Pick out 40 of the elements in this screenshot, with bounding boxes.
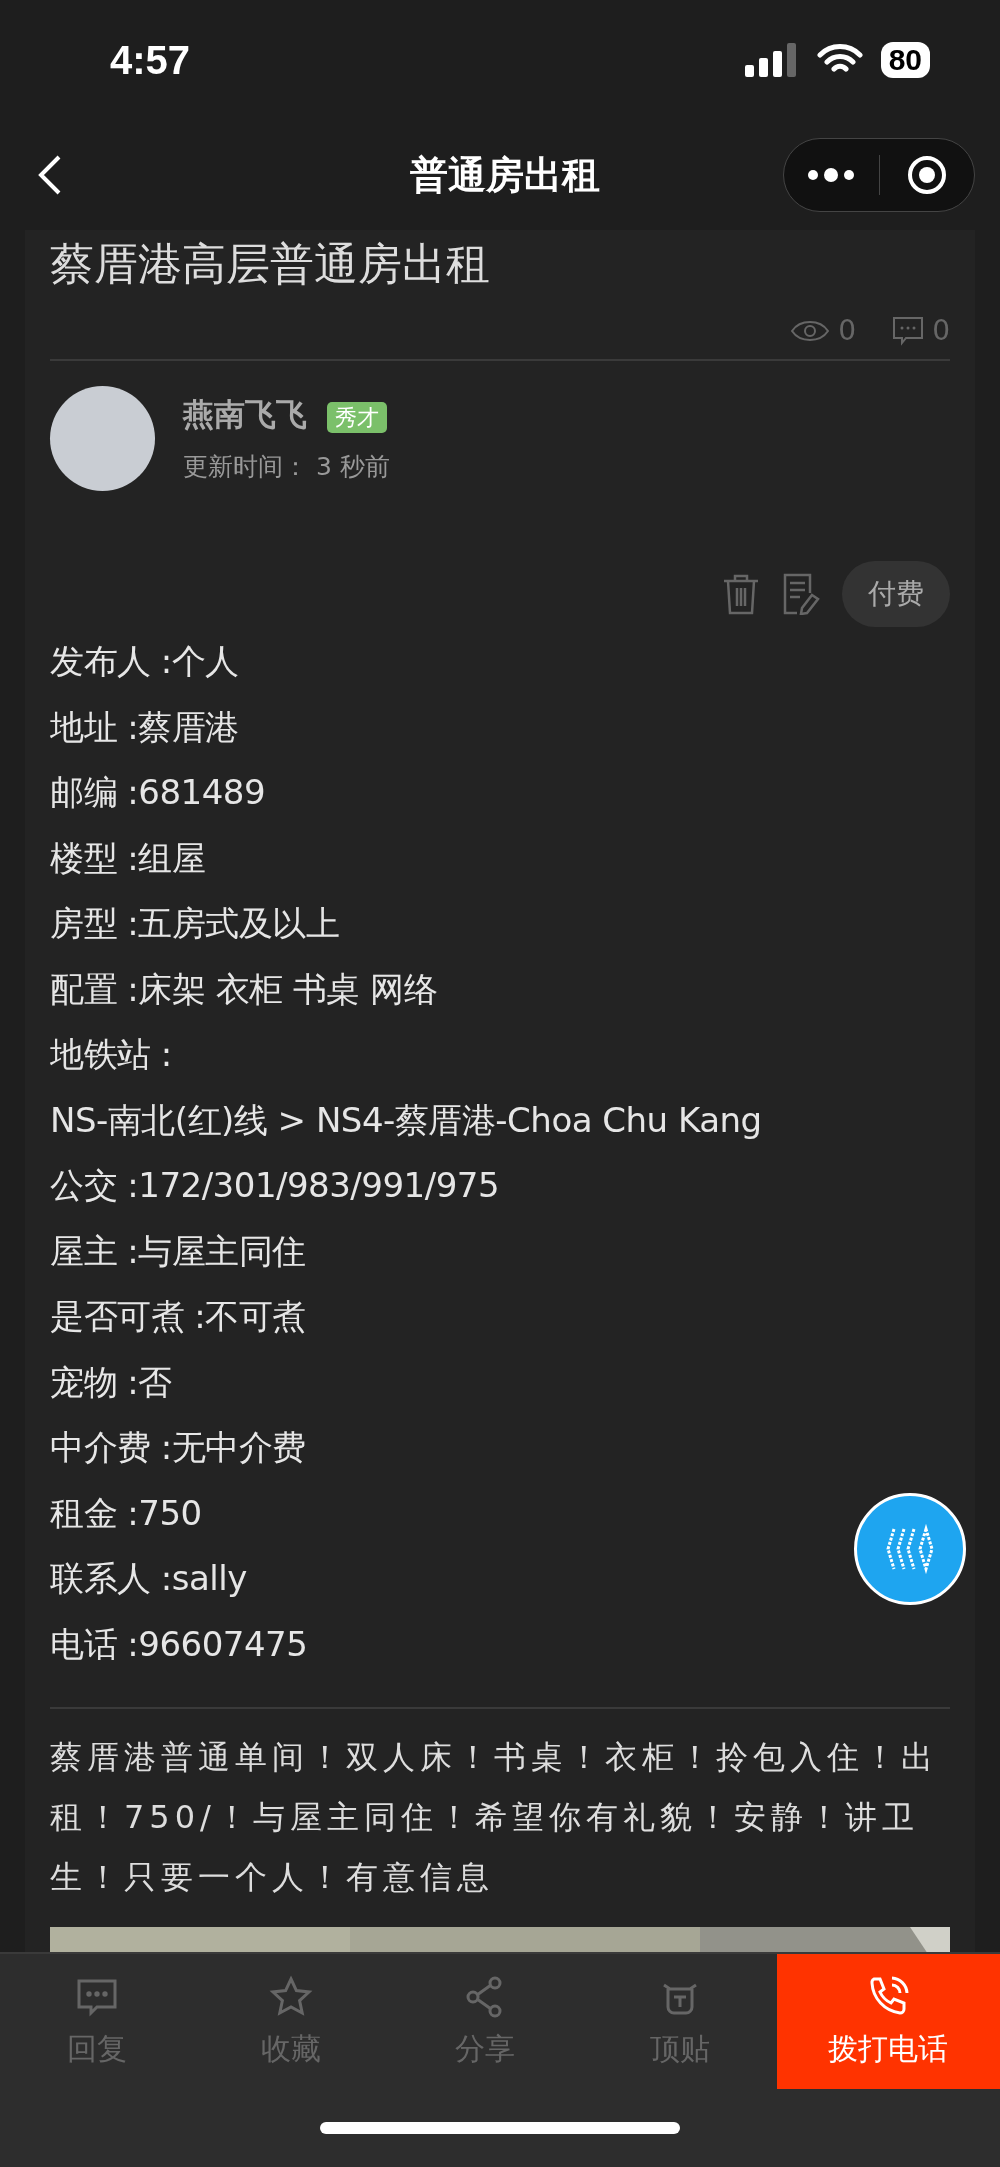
description: 蔡厝港普通单间！双人床！书桌！衣柜！拎包入住！出租！750/！与屋主同住！希望你有礼貌！安静！讲卫生！只要一个人！有意信息 <box>50 1737 939 1898</box>
detail-line: 宠物 :否 <box>50 1360 172 1404</box>
update-time: 更新时间： 3 秒前 <box>183 451 390 483</box>
comment-icon <box>892 314 925 347</box>
page-title: 普通房出租 <box>410 151 600 199</box>
share-tab[interactable]: 分享 <box>388 1954 583 2089</box>
reply-tab[interactable]: 回复 <box>0 1954 195 2089</box>
detail-line: 房型 :五房式及以上 <box>50 902 340 945</box>
top-tab[interactable]: 顶贴 <box>582 1954 777 2089</box>
detail-line: 地铁站 : <box>50 1033 172 1076</box>
detail-line: 邮编 :681489 <box>50 771 266 814</box>
detail-line: 配置 :床架 衣柜 书桌 网络 <box>50 967 438 1011</box>
detail-line: 发布人 :个人 <box>50 640 239 683</box>
detail-line: 租金 :750 <box>50 1491 202 1535</box>
pay-button[interactable]: 付费 <box>842 561 950 627</box>
comment-count: 0 <box>932 314 950 347</box>
detail-line: 楼型 :组屋 <box>50 836 206 880</box>
favorite-tab[interactable]: 收藏 <box>194 1954 389 2089</box>
detail-line: 是否可煮 :不可煮 <box>50 1295 306 1338</box>
detail-line: 屋主 :与屋主同住 <box>50 1229 306 1273</box>
view-count: 0 <box>838 314 857 347</box>
detail-line: 公交 :172/301/983/991/975 <box>50 1164 500 1207</box>
detail-line: NS-南北(红)线 > NS4-蔡厝港-Choa Chu Kang <box>50 1098 762 1142</box>
signal-icon <box>744 43 799 77</box>
more-icon <box>806 168 857 182</box>
detail-line: 地址 :蔡厝港 <box>50 705 239 749</box>
author-name: 燕南飞飞 <box>183 396 307 432</box>
trash-icon <box>722 573 760 615</box>
detail-line: 中介费 :无中介费 <box>50 1426 306 1469</box>
target-icon <box>905 154 948 196</box>
rank-badge: 秀才 <box>327 402 387 433</box>
edit-button[interactable] <box>782 573 820 615</box>
post-title: 蔡厝港高层普通房出租 <box>50 237 491 291</box>
status-time: 4:57 <box>110 37 191 83</box>
detail-line: 电话 :96607475 <box>50 1622 308 1666</box>
delete-button[interactable] <box>722 573 760 615</box>
detail-line: 联系人 :sally <box>50 1557 247 1600</box>
battery-level: 80 <box>880 42 930 78</box>
call-tab[interactable]: 拨打电话 <box>776 1954 1000 2089</box>
edit-icon <box>782 573 820 615</box>
